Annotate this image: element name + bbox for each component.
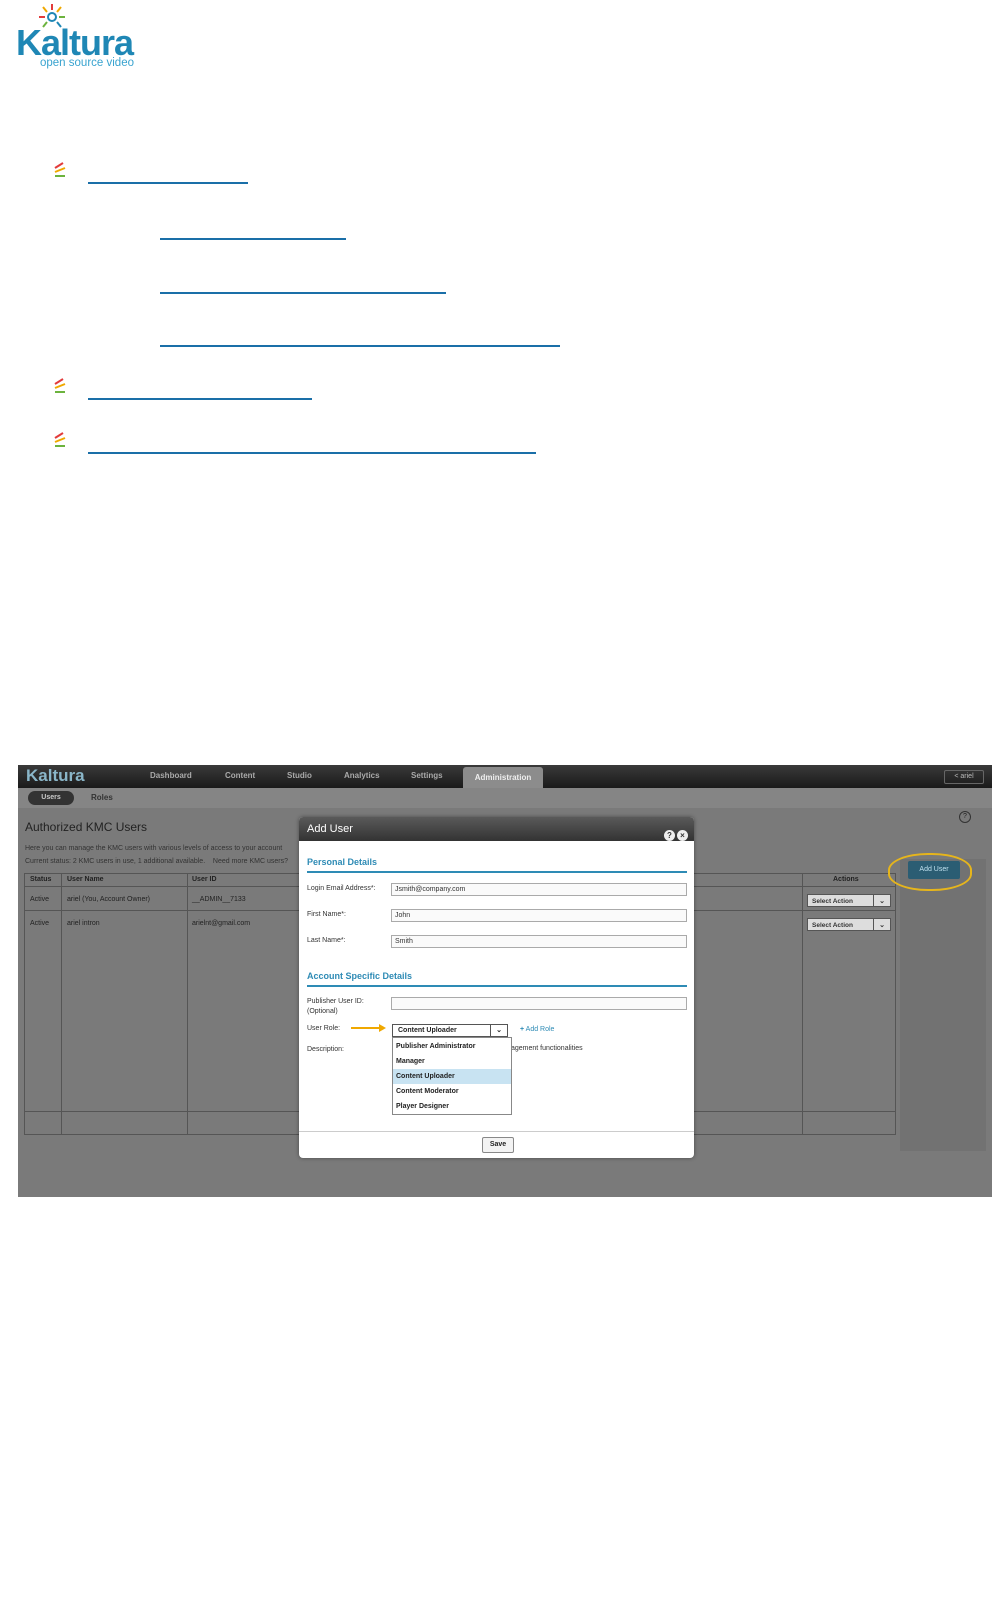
row-status: Active (30, 896, 50, 903)
col-user-name: User Name (67, 876, 104, 883)
row-user-name: ariel intron (67, 920, 100, 927)
kmc-subnav: Users Roles (18, 788, 992, 808)
first-name-label: First Name*: (307, 911, 346, 918)
publisher-id-optional: (Optional) (307, 1008, 338, 1015)
role-options-list: Publisher Administrator Manager Content … (392, 1037, 512, 1115)
kaltura-bullet-icon (54, 378, 66, 393)
user-menu[interactable]: < ariel (944, 770, 984, 784)
user-role-select[interactable]: Content Uploader ⌄ (392, 1024, 508, 1037)
role-option[interactable]: Manager (393, 1054, 511, 1069)
role-option[interactable]: Publisher Administrator (393, 1039, 511, 1054)
divider (802, 874, 803, 1134)
plus-icon: + (520, 1026, 525, 1033)
toc-link[interactable] (88, 182, 248, 184)
col-user-id: User ID (192, 876, 217, 883)
last-name-field[interactable]: Smith (391, 935, 687, 948)
publisher-id-label: Publisher User ID: (307, 998, 364, 1005)
row-user-name: ariel (You, Account Owner) (67, 896, 151, 903)
row-user-id: arielnt@gmail.com (192, 920, 251, 927)
col-status: Status (30, 876, 52, 883)
chevron-down-icon: ⌄ (873, 895, 890, 906)
first-name-field[interactable]: John (391, 909, 687, 922)
tab-dashboard[interactable]: Dashboard (150, 771, 192, 780)
modal-title: Add User (307, 823, 353, 835)
pointer-arrow-head (379, 1024, 386, 1032)
user-role-label: User Role: (307, 1025, 341, 1032)
chevron-down-icon: ⌄ (873, 919, 890, 930)
add-role-link[interactable]: + Add Role (520, 1026, 554, 1033)
select-action-dropdown[interactable]: Select Action ⌄ (807, 894, 891, 907)
publisher-id-field[interactable] (391, 997, 687, 1010)
last-name-label: Last Name*: (307, 937, 346, 944)
divider (307, 871, 687, 873)
divider (307, 985, 687, 987)
intro-text: Here you can manage the KMC users with v… (25, 845, 283, 852)
section-account-details: Account Specific Details (307, 971, 413, 981)
role-option[interactable]: Player Designer (393, 1099, 511, 1114)
row-status: Active (30, 920, 50, 927)
help-icon[interactable]: ? (664, 830, 675, 841)
toc-link[interactable] (160, 292, 446, 294)
divider (187, 874, 188, 1134)
kmc-screenshot: Kaltura Dashboard Content Studio Analyti… (18, 765, 992, 1197)
toc-link[interactable] (88, 398, 312, 400)
pointer-arrow (351, 1027, 381, 1029)
tab-settings[interactable]: Settings (411, 771, 443, 780)
highlight-ring (888, 853, 972, 891)
section-personal-details: Personal Details (307, 857, 378, 867)
kaltura-bullet-icon (54, 162, 66, 177)
kaltura-bullet-icon (54, 432, 66, 447)
status-text: Current status: 2 KMC users in use, 1 ad… (25, 858, 289, 865)
role-option-selected[interactable]: Content Uploader (393, 1069, 511, 1084)
toc-link[interactable] (160, 238, 346, 240)
save-button[interactable]: Save (482, 1137, 514, 1153)
add-user-modal: Add User ? × Personal Details Login Email… (299, 817, 694, 1158)
role-option[interactable]: Content Moderator (393, 1084, 511, 1099)
close-icon[interactable]: × (677, 830, 688, 841)
select-action-dropdown[interactable]: Select Action ⌄ (807, 918, 891, 931)
col-actions: Actions (833, 876, 859, 883)
toc-link[interactable] (160, 345, 560, 347)
kmc-top-bar: Kaltura Dashboard Content Studio Analyti… (18, 765, 992, 788)
toc-link[interactable] (88, 452, 536, 454)
modal-header: Add User ? × (299, 817, 694, 841)
page-title: Authorized KMC Users (25, 820, 148, 834)
help-icon[interactable]: ? (959, 811, 971, 823)
side-panel (900, 859, 986, 1151)
description-text: agement functionalities (511, 1045, 583, 1052)
subnav-users[interactable]: Users (28, 791, 74, 805)
email-field[interactable]: Jsmith@company.com (391, 883, 687, 896)
tab-studio[interactable]: Studio (287, 771, 312, 780)
email-label: Login Email Address*: (307, 885, 376, 892)
chevron-down-icon: ⌄ (490, 1025, 507, 1036)
kmc-logo: Kaltura (26, 766, 85, 785)
description-label: Description: (307, 1046, 344, 1053)
divider (61, 874, 62, 1134)
divider (299, 1131, 694, 1132)
tab-administration[interactable]: Administration (463, 767, 543, 788)
kaltura-logo: Kaltura open source video (16, 2, 151, 72)
tab-analytics[interactable]: Analytics (344, 771, 380, 780)
row-user-id: __ADMIN__7133 (192, 896, 246, 903)
subnav-roles[interactable]: Roles (91, 793, 113, 802)
logo-tagline: open source video (40, 57, 134, 69)
tab-content[interactable]: Content (225, 771, 255, 780)
